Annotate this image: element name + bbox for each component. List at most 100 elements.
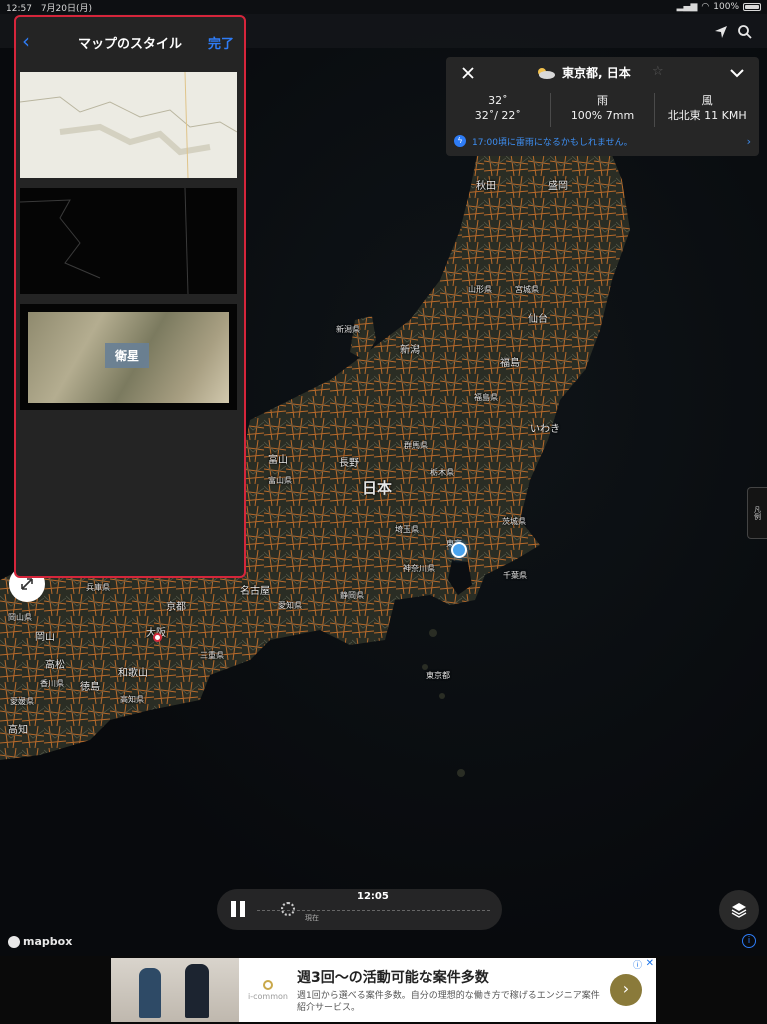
map-label: 高知県	[120, 695, 144, 704]
battery-text: 100%	[713, 2, 739, 12]
rain-value: 100% 7mm	[570, 109, 635, 122]
ad-banner-container: i-common 週3回〜の活動可能な案件多数 週1回から選べる案件多数。自分の…	[0, 956, 767, 1024]
dark-map-preview	[20, 188, 189, 294]
style-tile-satellite[interactable]: 衛星	[20, 304, 237, 410]
map-label: 徳島	[80, 682, 100, 693]
weather-location: 東京都, 日本	[534, 64, 631, 81]
battery-icon	[743, 3, 761, 11]
map-label: 群馬県	[404, 441, 428, 450]
current-location-marker[interactable]	[451, 542, 467, 558]
wind-column: 風 北北東 11 KMH	[654, 93, 759, 127]
map-label: 山形県	[468, 285, 492, 294]
ad-arrow-button[interactable]: ›	[610, 974, 642, 1006]
ad-headline: 週3回〜の活動可能な案件多数	[297, 970, 489, 986]
mapbox-text: mapbox	[23, 935, 73, 948]
temperature-column: 32˚ 32˚/ 22˚	[446, 93, 550, 127]
legend-tab[interactable]: 凡例	[747, 487, 767, 539]
ad-close-icon[interactable]: ✕	[646, 958, 654, 969]
map-label: 京都	[166, 602, 186, 613]
map-label: 盛岡	[548, 181, 568, 192]
partly-cloudy-icon	[538, 67, 555, 79]
ad-text: 週3回〜の活動可能な案件多数 週1回から選べる案件多数。自分の理想的な働き方で稼…	[297, 958, 602, 1022]
map-label: 香川県	[40, 679, 64, 688]
ad-brand-logo: i-common	[239, 958, 297, 1022]
panel-header: ‹ マップのスタイル 完了	[16, 17, 244, 67]
done-button[interactable]: 完了	[208, 33, 234, 52]
lightning-icon: ϟ	[454, 135, 466, 147]
ad-banner[interactable]: i-common 週3回〜の活動可能な案件多数 週1回から選べる案件多数。自分の…	[111, 958, 656, 1022]
map-label: 三重県	[200, 651, 224, 660]
temperature-now: 32˚	[488, 94, 508, 107]
map-label: 新潟	[400, 345, 420, 356]
layers-icon	[731, 903, 747, 918]
status-time: 12:57	[6, 3, 32, 14]
map-label: 高松	[45, 660, 65, 671]
map-label: 富山県	[268, 476, 292, 485]
map-label: 埼玉県	[395, 525, 419, 534]
map-label: 仙台	[528, 314, 548, 325]
map-label: 栃木県	[430, 468, 454, 477]
panel-title: マップのスタイル	[77, 36, 182, 52]
timeline-player: 12:05 現在	[217, 889, 502, 930]
navigation-arrow-icon[interactable]	[713, 24, 729, 40]
chevron-right-icon: ›	[746, 134, 751, 148]
map-label: 秋田	[476, 181, 496, 192]
timeline-now-label: 現在	[305, 914, 319, 922]
rain-column: 雨 100% 7mm	[549, 93, 655, 127]
weather-stats: 32˚ 32˚/ 22˚ 雨 100% 7mm 風 北北東 11 KMH	[446, 93, 759, 127]
back-chevron-icon[interactable]: ‹	[22, 31, 38, 52]
map-label: 静岡県	[340, 591, 364, 600]
map-label: 千葉県	[503, 571, 527, 580]
style-tile-light[interactable]	[20, 72, 237, 178]
status-bar: 12:57 7月20日(月) ▂▄▆ ◠ 100%	[0, 0, 767, 14]
loading-spinner-icon	[281, 902, 295, 916]
close-icon[interactable]	[460, 65, 476, 81]
chevron-down-icon[interactable]	[729, 65, 745, 81]
info-icon[interactable]: i	[742, 934, 756, 948]
location-pin-icon[interactable]	[153, 633, 162, 642]
light-map-preview	[20, 72, 237, 178]
map-label: 兵庫県	[86, 583, 110, 592]
map-label: 宮城県	[515, 285, 539, 294]
timeline-time: 12:05	[357, 891, 389, 902]
signal-icon: ▂▄▆	[676, 2, 698, 12]
weather-alert-text: 17:00頃に雷雨になるかもしれません。	[472, 137, 633, 148]
weather-alert[interactable]: ϟ 17:00頃に雷雨になるかもしれません。 ›	[454, 132, 751, 150]
temperature-range: 32˚/ 22˚	[474, 109, 521, 122]
map-label: 富山	[268, 455, 288, 466]
map-label: 和歌山	[118, 668, 148, 679]
map-label: 神奈川県	[403, 564, 435, 573]
map-label: 茨城県	[502, 517, 526, 526]
status-date: 7月20日(月)	[40, 3, 93, 14]
map-label: 愛媛県	[10, 697, 34, 706]
layers-button[interactable]	[719, 890, 759, 930]
pause-icon[interactable]	[231, 901, 247, 917]
weather-location-text: 東京都, 日本	[562, 66, 631, 80]
ad-info-icon[interactable]: ⓘ	[633, 958, 642, 971]
map-label: 愛知県	[278, 601, 302, 610]
map-label: 福島	[500, 358, 520, 369]
ad-photo	[111, 958, 239, 1022]
map-label: 福島県	[474, 393, 498, 402]
wind-value: 北北東 11 KMH	[667, 109, 747, 122]
map-label: いわき	[530, 424, 560, 435]
style-tile-dark[interactable]	[20, 188, 237, 294]
weather-card: 東京都, 日本 ☆ 32˚ 32˚/ 22˚ 雨 100% 7mm 風 北北東 …	[446, 57, 759, 156]
mapbox-attribution[interactable]: mapbox	[8, 935, 72, 948]
app-root: 12:57 7月20日(月) ▂▄▆ ◠ 100% 秋田 盛岡 山形県 宮城県 …	[0, 0, 767, 1024]
mapbox-logo-icon	[8, 935, 20, 948]
map-label: 東京都	[426, 671, 450, 680]
map-label: 岡山	[35, 632, 55, 643]
map-label: 名古屋	[240, 586, 270, 597]
map-label: 高知	[8, 725, 28, 736]
ad-brand-text: i-common	[248, 991, 288, 1001]
wind-label: 風	[701, 94, 713, 107]
map-label: 長野	[339, 458, 359, 469]
map-label: 岡山県	[8, 613, 32, 622]
wifi-icon: ◠	[701, 2, 710, 12]
favorite-star-icon[interactable]: ☆	[652, 64, 664, 79]
map-label: 新潟県	[336, 325, 360, 334]
search-icon[interactable]	[737, 24, 753, 40]
country-label: 日本	[362, 479, 393, 497]
ad-body: 週1回から選べる案件多数。自分の理想的な働き方で稼げるエンジニア案件紹介サービス…	[297, 991, 600, 1013]
